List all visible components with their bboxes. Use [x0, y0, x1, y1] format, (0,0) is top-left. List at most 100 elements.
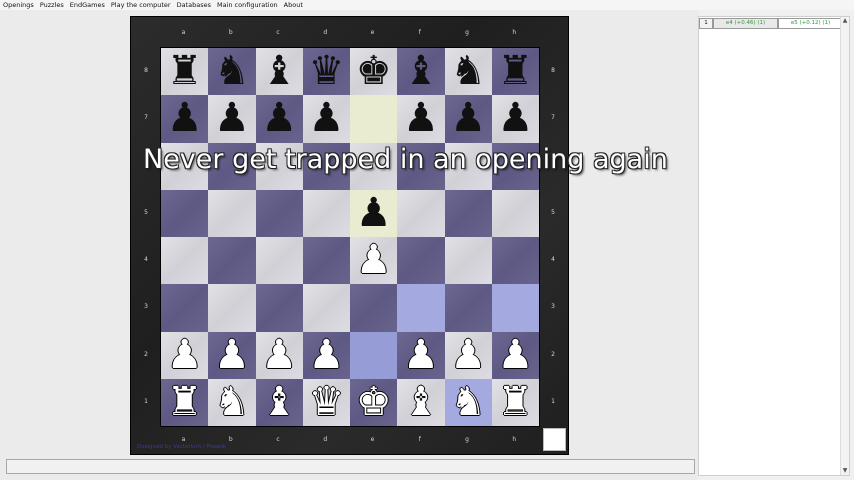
white-pawn-icon[interactable]: ♟	[261, 332, 297, 379]
black-bishop-icon[interactable]: ♝	[403, 48, 439, 95]
menu-databases[interactable]: Databases	[174, 0, 214, 10]
black-bishop-icon[interactable]: ♝	[261, 48, 297, 95]
black-pawn-icon[interactable]: ♟	[356, 190, 392, 237]
white-pawn-icon[interactable]: ♟	[403, 332, 439, 379]
black-pawn-icon[interactable]: ♟	[261, 95, 297, 142]
square-f7[interactable]: ♟	[397, 95, 445, 143]
square-e1[interactable]: ♚	[350, 378, 398, 426]
white-queen-icon[interactable]: ♛	[308, 379, 344, 426]
white-pawn-icon[interactable]: ♟	[497, 332, 533, 379]
square-e8[interactable]: ♚	[350, 48, 398, 96]
square-e7[interactable]	[350, 95, 398, 143]
square-a4[interactable]	[161, 237, 209, 285]
square-c8[interactable]: ♝	[255, 48, 303, 96]
square-h3[interactable]	[491, 284, 539, 332]
menu-main-configuration[interactable]: Main configuration	[214, 0, 281, 10]
black-move[interactable]: e5 (+0.12) (1)	[778, 18, 843, 29]
square-h5[interactable]	[491, 189, 539, 237]
black-pawn-icon[interactable]: ♟	[167, 95, 203, 142]
square-b8[interactable]: ♞	[208, 48, 256, 96]
square-g1[interactable]: ♞	[444, 378, 492, 426]
white-knight-icon[interactable]: ♞	[450, 379, 486, 426]
square-h2[interactable]: ♟	[491, 331, 539, 379]
white-king-icon[interactable]: ♚	[356, 379, 392, 426]
square-h1[interactable]: ♜	[491, 378, 539, 426]
square-e3[interactable]	[350, 284, 398, 332]
square-g2[interactable]: ♟	[444, 331, 492, 379]
square-c3[interactable]	[255, 284, 303, 332]
square-d2[interactable]: ♟	[302, 331, 350, 379]
menu-endgames[interactable]: EndGames	[67, 0, 108, 10]
square-a7[interactable]: ♟	[161, 95, 209, 143]
square-d4[interactable]	[302, 237, 350, 285]
square-h7[interactable]: ♟	[491, 95, 539, 143]
chess-board[interactable]: ♜ ♞ ♝ ♛ ♚ ♝ ♞ ♜ ♟ ♟ ♟ ♟ ♟ ♟ ♟ ♟ ♟ ♟ ♟ ♟ ♟ ♟ ♟ ♟ ♜ ♞ ♝ ♛ ♚ ♝ ♞ ♜	[160, 47, 540, 427]
white-pawn-icon[interactable]: ♟	[308, 332, 344, 379]
square-d5[interactable]	[302, 189, 350, 237]
square-c1[interactable]: ♝	[255, 378, 303, 426]
menu-play-the-computer[interactable]: Play the computer	[108, 0, 174, 10]
scroll-up-icon[interactable]: ▲	[841, 17, 849, 25]
white-pawn-icon[interactable]: ♟	[167, 332, 203, 379]
black-rook-icon[interactable]: ♜	[497, 48, 533, 95]
black-pawn-icon[interactable]: ♟	[497, 95, 533, 142]
square-b1[interactable]: ♞	[208, 378, 256, 426]
black-pawn-icon[interactable]: ♟	[403, 95, 439, 142]
white-rook-icon[interactable]: ♜	[167, 379, 203, 426]
black-pawn-icon[interactable]: ♟	[308, 95, 344, 142]
square-a3[interactable]	[161, 284, 209, 332]
square-b2[interactable]: ♟	[208, 331, 256, 379]
square-b4[interactable]	[208, 237, 256, 285]
square-b7[interactable]: ♟	[208, 95, 256, 143]
square-f4[interactable]	[397, 237, 445, 285]
square-g5[interactable]	[444, 189, 492, 237]
square-c2[interactable]: ♟	[255, 331, 303, 379]
white-pawn-icon[interactable]: ♟	[450, 332, 486, 379]
white-bishop-icon[interactable]: ♝	[261, 379, 297, 426]
square-b3[interactable]	[208, 284, 256, 332]
black-knight-icon[interactable]: ♞	[450, 48, 486, 95]
square-g8[interactable]: ♞	[444, 48, 492, 96]
black-pawn-icon[interactable]: ♟	[450, 95, 486, 142]
square-f8[interactable]: ♝	[397, 48, 445, 96]
white-knight-icon[interactable]: ♞	[214, 379, 250, 426]
square-f5[interactable]	[397, 189, 445, 237]
white-pawn-icon[interactable]: ♟	[214, 332, 250, 379]
square-a2[interactable]: ♟	[161, 331, 209, 379]
square-e4[interactable]: ♟	[350, 237, 398, 285]
menu-puzzles[interactable]: Puzzles	[37, 0, 67, 10]
square-a1[interactable]: ♜	[161, 378, 209, 426]
square-d7[interactable]: ♟	[302, 95, 350, 143]
menu-about[interactable]: About	[281, 0, 306, 10]
square-c4[interactable]	[255, 237, 303, 285]
square-g3[interactable]	[444, 284, 492, 332]
square-a5[interactable]	[161, 189, 209, 237]
square-h8[interactable]: ♜	[491, 48, 539, 96]
moves-scrollbar[interactable]: ▲ ▼	[840, 17, 849, 475]
black-king-icon[interactable]: ♚	[356, 48, 392, 95]
square-d3[interactable]	[302, 284, 350, 332]
square-e2[interactable]	[350, 331, 398, 379]
square-g4[interactable]	[444, 237, 492, 285]
square-a8[interactable]: ♜	[161, 48, 209, 96]
flip-board-button[interactable]	[543, 428, 566, 451]
square-f1[interactable]: ♝	[397, 378, 445, 426]
white-pawn-icon[interactable]: ♟	[356, 237, 392, 284]
square-d8[interactable]: ♛	[302, 48, 350, 96]
white-bishop-icon[interactable]: ♝	[403, 379, 439, 426]
square-b5[interactable]	[208, 189, 256, 237]
scroll-down-icon[interactable]: ▼	[841, 467, 849, 475]
black-pawn-icon[interactable]: ♟	[214, 95, 250, 142]
menu-openings[interactable]: Openings	[0, 0, 37, 10]
square-c5[interactable]	[255, 189, 303, 237]
square-g7[interactable]: ♟	[444, 95, 492, 143]
square-c7[interactable]: ♟	[255, 95, 303, 143]
black-queen-icon[interactable]: ♛	[308, 48, 344, 95]
black-rook-icon[interactable]: ♜	[167, 48, 203, 95]
white-move[interactable]: e4 (+0.46) (1)	[713, 18, 778, 29]
white-rook-icon[interactable]: ♜	[497, 379, 533, 426]
square-f2[interactable]: ♟	[397, 331, 445, 379]
square-e5[interactable]: ♟	[350, 189, 398, 237]
square-d1[interactable]: ♛	[302, 378, 350, 426]
square-h4[interactable]	[491, 237, 539, 285]
